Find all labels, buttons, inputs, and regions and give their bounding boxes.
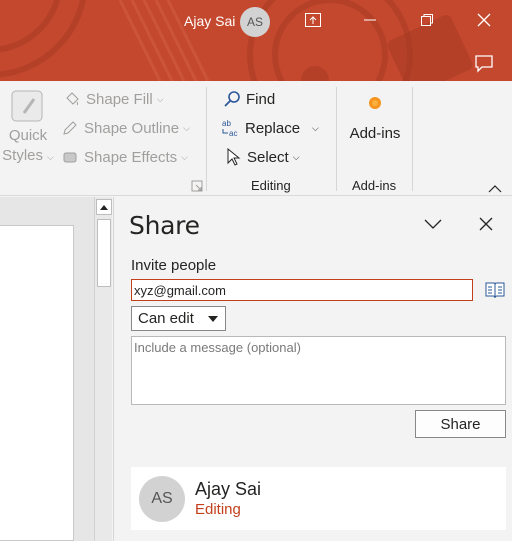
dropdown-arrow-icon: [208, 316, 218, 322]
dialog-launcher-icon: [191, 180, 203, 192]
account-avatar-initials: AS: [246, 15, 263, 29]
ribbon: Quick Styles ⌵ Shape Fill ⌵ Shape Outline…: [0, 81, 512, 196]
find-label: Find: [246, 90, 276, 108]
chevron-down-icon: ⌵: [181, 151, 188, 162]
group-separator: [412, 87, 413, 191]
address-book-icon: [485, 282, 505, 299]
shape-effects-button[interactable]: Shape Effects ⌵: [60, 147, 188, 167]
person-name: Ajay Sai: [195, 479, 262, 499]
find-button[interactable]: Find: [222, 89, 275, 109]
comments-button[interactable]: [472, 53, 496, 73]
restore-icon: [421, 14, 433, 26]
ribbon-display-options-button[interactable]: [299, 8, 327, 32]
permission-dropdown[interactable]: Can edit: [131, 306, 226, 331]
select-button[interactable]: Select ⌵: [223, 147, 300, 167]
select-label: Select: [247, 148, 289, 166]
close-pane-button[interactable]: [472, 211, 500, 237]
minimize-button[interactable]: [356, 8, 384, 32]
cursor-arrow-icon: [223, 147, 243, 167]
editing-group-label: Editing: [251, 178, 291, 193]
scroll-up-button[interactable]: [96, 199, 112, 215]
person-permission-status[interactable]: Editing: [195, 501, 241, 518]
ribbon-display-icon: [305, 13, 321, 27]
replace-label: Replace: [245, 119, 301, 137]
replace-button[interactable]: ab ac Replace ⌵: [221, 118, 319, 138]
paint-bucket-icon: [62, 89, 82, 109]
svg-text:ac: ac: [229, 129, 237, 138]
replace-icon: ab ac: [221, 118, 241, 138]
magnifier-icon: [222, 89, 242, 109]
share-button[interactable]: Share: [415, 410, 506, 438]
person-initials: AS: [151, 490, 173, 507]
chevron-down-icon: ⌵: [183, 122, 190, 133]
vertical-scrollbar[interactable]: [94, 197, 112, 541]
close-icon: [477, 13, 491, 27]
chevron-down-icon: ⌵: [292, 151, 300, 162]
restore-button[interactable]: [413, 8, 441, 32]
slide-canvas[interactable]: [0, 225, 74, 541]
quick-styles-label-2: Styles ⌵: [2, 147, 54, 164]
group-separator: [336, 87, 337, 191]
shape-fill-label: Shape Fill: [86, 90, 153, 108]
addins-label: Add-ins: [349, 125, 401, 142]
pane-options-button[interactable]: [419, 211, 447, 237]
addins-group-label: Add-ins: [352, 178, 397, 193]
group-separator: [206, 87, 207, 191]
quick-styles-button[interactable]: Quick Styles ⌵: [2, 89, 54, 167]
scroll-thumb[interactable]: [97, 219, 111, 287]
quick-styles-label-1: Quick: [8, 127, 48, 144]
share-pane: Share Invite people Can edit Share AS Aj…: [113, 197, 512, 541]
message-textarea[interactable]: [131, 336, 506, 405]
slide-editing-area: [0, 197, 94, 541]
quick-styles-icon: [11, 90, 43, 122]
chevron-down-icon: ⌵: [156, 93, 164, 104]
person-avatar: AS: [139, 476, 185, 522]
drawing-dialog-launcher[interactable]: [191, 179, 203, 197]
close-window-button[interactable]: [470, 8, 498, 32]
chevron-down-icon: ⌵: [312, 122, 319, 133]
permission-value: Can edit: [138, 310, 194, 327]
svg-text:ab: ab: [222, 119, 231, 128]
triangle-up-icon: [100, 204, 108, 210]
invite-people-label: Invite people: [131, 257, 217, 274]
close-icon: [479, 217, 493, 231]
share-pane-title: Share: [129, 211, 200, 240]
shape-outline-label: Shape Outline: [84, 119, 180, 137]
pencil-icon: [60, 118, 80, 138]
shape-fill-button[interactable]: Shape Fill ⌵: [62, 89, 164, 109]
shape-outline-button[interactable]: Shape Outline ⌵: [60, 118, 190, 138]
shape-effects-icon: [60, 147, 80, 167]
shared-person-item[interactable]: AS Ajay Sai Editing: [131, 467, 506, 530]
chevron-up-icon: [488, 185, 502, 193]
shape-effects-label: Shape Effects: [84, 148, 178, 166]
account-user-name[interactable]: Ajay Sai: [184, 13, 235, 29]
address-book-button[interactable]: [484, 280, 506, 300]
invite-email-input[interactable]: [131, 279, 473, 301]
minimize-icon: [364, 19, 376, 21]
addins-button[interactable]: Add-ins: [344, 95, 406, 143]
chevron-down-icon: [424, 219, 442, 229]
comment-icon: [475, 55, 493, 73]
title-bar: Ajay Sai AS: [0, 0, 512, 81]
addins-icon: [369, 97, 381, 109]
account-avatar[interactable]: AS: [240, 7, 270, 37]
